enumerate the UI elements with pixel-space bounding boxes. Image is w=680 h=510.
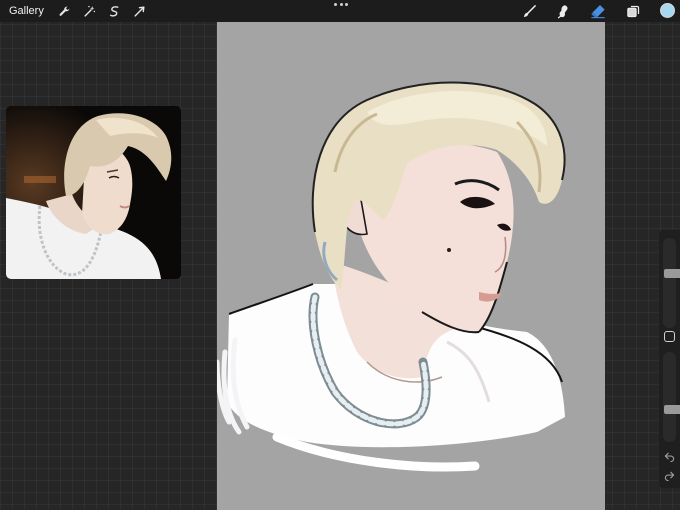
brush-icon[interactable] bbox=[521, 3, 537, 19]
transform-icon[interactable] bbox=[132, 3, 148, 19]
brush-size-thumb[interactable] bbox=[664, 269, 680, 278]
brush-sidebar bbox=[659, 230, 680, 488]
eraser-icon[interactable] bbox=[590, 3, 606, 19]
magic-wand-icon[interactable] bbox=[82, 3, 98, 19]
more-options-icon[interactable] bbox=[334, 3, 348, 9]
artwork bbox=[217, 81, 566, 472]
drawing-canvas[interactable] bbox=[217, 22, 605, 510]
wrench-icon[interactable] bbox=[57, 3, 73, 19]
brush-opacity-slider[interactable] bbox=[663, 352, 680, 442]
gallery-button[interactable]: Gallery bbox=[9, 5, 44, 17]
modify-button[interactable] bbox=[664, 331, 675, 342]
reference-photo bbox=[6, 106, 181, 279]
brush-size-slider[interactable] bbox=[663, 238, 680, 328]
reference-photo-window[interactable] bbox=[6, 106, 181, 279]
layers-icon[interactable] bbox=[625, 3, 641, 19]
brush-opacity-thumb[interactable] bbox=[664, 405, 680, 414]
selection-icon[interactable] bbox=[107, 3, 123, 19]
redo-icon[interactable] bbox=[661, 468, 678, 482]
smudge-icon[interactable] bbox=[555, 3, 571, 19]
color-picker-swatch[interactable] bbox=[660, 3, 675, 18]
undo-icon[interactable] bbox=[661, 449, 678, 463]
